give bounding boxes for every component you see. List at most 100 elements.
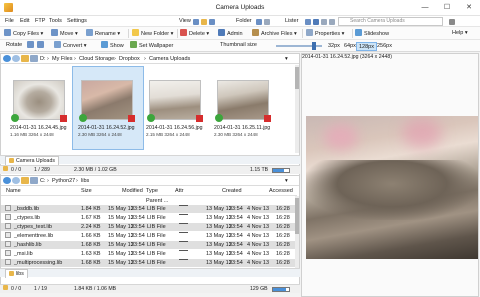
crumb-libs[interactable]: libs xyxy=(81,178,89,184)
delete-button[interactable]: Delete ▾ xyxy=(180,29,209,38)
menu-tools[interactable]: Tools xyxy=(49,18,62,24)
thumbnail-size-knob[interactable] xyxy=(312,42,316,50)
lister-tabs-icon[interactable] xyxy=(321,19,327,25)
col-name[interactable]: Name xyxy=(6,188,21,194)
parent-row[interactable]: Parent ... xyxy=(1,197,297,205)
crumb-my-files[interactable]: My Files xyxy=(52,56,72,62)
flag-icon xyxy=(264,115,271,122)
back-icon[interactable] xyxy=(3,55,11,62)
file-accessed-time: 16:28 xyxy=(276,233,290,239)
bottom-pane-scrollbar[interactable] xyxy=(295,196,299,268)
convert-button[interactable]: Convert ▾ xyxy=(54,41,87,50)
rename-button[interactable]: Rename ▾ xyxy=(86,29,120,38)
table-row[interactable]: _elementtree.lib 1.66 KB 15 May 13 23:54 LIB… xyxy=(1,232,297,240)
drive-icon[interactable] xyxy=(30,177,38,184)
maximize-button[interactable]: ☐ xyxy=(436,0,458,16)
folder-options-icon[interactable] xyxy=(256,19,262,25)
properties-button[interactable]: Properties ▾ xyxy=(306,29,344,38)
copy-files-button[interactable]: Copy Files ▾ xyxy=(4,29,43,38)
search-input[interactable]: Search Camera Uploads xyxy=(338,17,443,26)
search-options-icon[interactable] xyxy=(449,19,455,25)
sync-ok-icon xyxy=(11,114,19,122)
rotate-button[interactable]: Rotate xyxy=(6,41,22,50)
move-icon xyxy=(51,29,58,36)
top-pane-scrollbar[interactable] xyxy=(295,65,299,153)
crumb-camera-uploads[interactable]: Camera Uploads xyxy=(149,56,190,62)
up-folder-icon[interactable] xyxy=(21,55,29,62)
size-256px[interactable]: 256px xyxy=(375,42,394,51)
new-folder-button[interactable]: New Folder ▾ xyxy=(132,29,173,38)
table-row[interactable]: _msi.lib 1.63 KB 15 May 13 23:54 LIB File 13 … xyxy=(1,250,297,258)
lister-dual-icon[interactable] xyxy=(313,19,319,25)
view-tree-icon[interactable] xyxy=(209,19,215,25)
rotate-left-button[interactable] xyxy=(27,41,36,50)
file-attr xyxy=(179,205,188,206)
crumb-cloud-storage[interactable]: Cloud Storage xyxy=(79,56,114,62)
view-folder-icon[interactable] xyxy=(201,19,207,25)
crumb-drive[interactable]: C: xyxy=(40,178,46,184)
file-size: 2.24 KB xyxy=(81,224,101,230)
file-size: 1.67 KB xyxy=(81,215,101,221)
col-size[interactable]: Size xyxy=(81,188,92,194)
view-layout-icon[interactable] xyxy=(193,19,199,25)
file-icon xyxy=(5,223,11,229)
menu-ftp[interactable]: FTP xyxy=(35,18,45,24)
forward-icon[interactable] xyxy=(12,177,20,184)
file-modified-time: 23:54 xyxy=(131,260,145,266)
show-button[interactable]: Show xyxy=(101,41,124,50)
col-created[interactable]: Created xyxy=(222,188,242,194)
move-button[interactable]: Move ▾ xyxy=(51,29,78,38)
table-row[interactable]: _hashlib.lib 1.68 KB 15 May 13 23:54 LIB Fil… xyxy=(1,241,297,249)
menu-edit[interactable]: Edit xyxy=(20,18,29,24)
close-button[interactable]: ✕ xyxy=(458,0,480,16)
crumb-dropbox[interactable]: Dropbox xyxy=(119,56,140,62)
col-type[interactable]: Type xyxy=(146,188,158,194)
flag-icon xyxy=(60,115,67,122)
crumb-python27[interactable]: Python27 xyxy=(52,178,75,184)
col-attr[interactable]: Attr xyxy=(175,188,184,194)
size-32px[interactable]: 32px xyxy=(326,42,342,51)
file-accessed-date: 4 Nov 13 xyxy=(247,233,270,239)
up-folder-icon[interactable] xyxy=(21,177,29,184)
scrollbar-thumb[interactable] xyxy=(295,198,299,234)
lister-preview-icon[interactable] xyxy=(329,19,335,25)
drive-icon[interactable] xyxy=(30,55,38,62)
rotate-label: Rotate xyxy=(6,42,23,48)
col-modified[interactable]: Modified xyxy=(122,188,143,194)
lister-single-icon[interactable] xyxy=(305,19,311,25)
forward-icon[interactable] xyxy=(12,55,20,62)
scrollbar-thumb[interactable] xyxy=(295,67,299,89)
tab-libs[interactable]: libs xyxy=(5,269,28,278)
menu-settings[interactable]: Settings xyxy=(67,18,87,24)
minimize-button[interactable]: — xyxy=(414,0,436,16)
col-accessed[interactable]: Accessed xyxy=(269,188,293,194)
table-row[interactable]: _ctypes.lib 1.67 KB 15 May 13 23:54 LIB File… xyxy=(1,214,297,222)
file-icon xyxy=(5,232,11,238)
help-button[interactable]: Help ▾ xyxy=(452,29,468,38)
table-row[interactable]: _bsddb.lib 1.84 KB 15 May 13 23:54 LIB File 1… xyxy=(1,205,297,213)
status-size: 2.30 MB / 1.02 GB xyxy=(74,167,117,173)
back-icon[interactable] xyxy=(3,177,11,184)
history-dropdown-icon[interactable]: ▾ xyxy=(285,56,288,62)
slideshow-button[interactable]: Slideshow xyxy=(355,29,389,38)
admin-button[interactable]: Admin xyxy=(218,29,243,38)
crumb-drive[interactable]: D: xyxy=(40,56,46,62)
thumbnail-image xyxy=(13,80,65,120)
rotate-right-button[interactable] xyxy=(37,41,46,50)
file-name: _ctypes.lib xyxy=(14,215,40,221)
history-dropdown-icon[interactable]: ▾ xyxy=(285,178,288,184)
convert-icon xyxy=(54,41,61,48)
toolbar-image: Rotate Convert ▾ Show Set Wallpaper Thum… xyxy=(0,40,480,52)
table-row[interactable]: _ctypes_test.lib 2.24 KB 15 May 13 23:54 LIB… xyxy=(1,223,297,231)
table-row[interactable]: _multiprocessing.lib 1.68 KB 15 May 13 23:5… xyxy=(1,259,297,267)
preview-image[interactable] xyxy=(306,116,478,259)
move-label: Move xyxy=(60,31,74,37)
folder-layout-icon[interactable] xyxy=(264,19,270,25)
tab-camera-uploads[interactable]: Camera Uploads xyxy=(5,156,59,165)
archive-files-button[interactable]: Archive Files ▾ xyxy=(252,29,297,38)
file-accessed-date: 4 Nov 13 xyxy=(247,206,270,212)
preview-title: 2014-01-31 16.24.52.jpg (3264 x 2448) xyxy=(302,54,392,60)
size-128px[interactable]: 128px xyxy=(356,42,377,51)
menu-file[interactable]: File xyxy=(5,18,14,24)
set-wallpaper-button[interactable]: Set Wallpaper xyxy=(130,41,173,50)
